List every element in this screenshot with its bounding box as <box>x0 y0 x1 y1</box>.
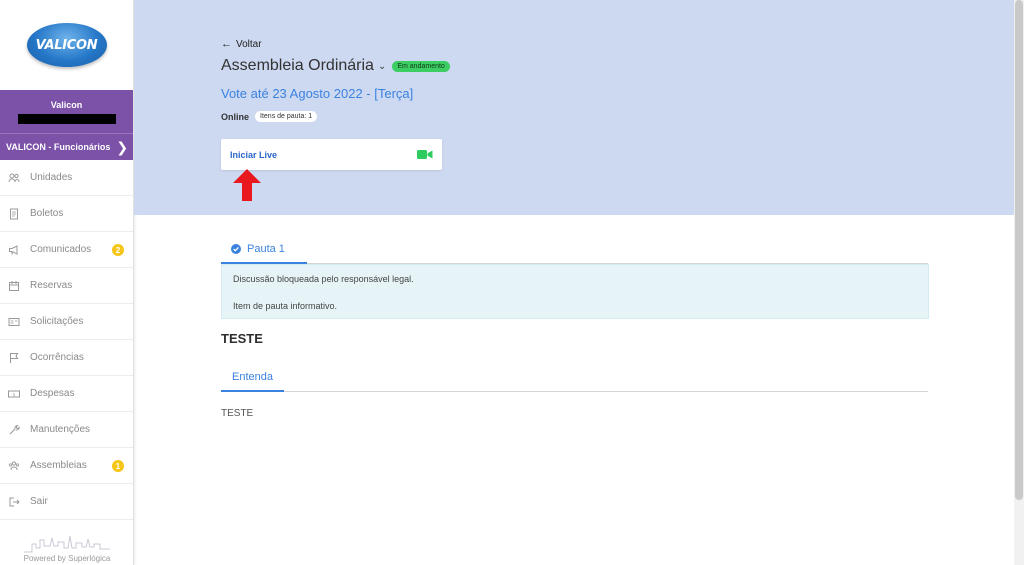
sidebar-item-label: Unidades <box>30 172 73 183</box>
sidebar-item-label: Sair <box>30 496 48 507</box>
megaphone-icon <box>9 244 18 255</box>
tab-entenda[interactable]: Entenda <box>221 363 284 392</box>
sidebar-item-manutencoes[interactable]: Manutenções <box>0 412 133 448</box>
video-camera-icon <box>417 150 433 159</box>
agenda-item-title: TESTE <box>221 331 263 346</box>
wrench-icon <box>9 424 20 434</box>
discussion-locked-notice: Discussão bloqueada pelo responsável leg… <box>233 274 414 284</box>
card-icon <box>8 317 20 326</box>
assembly-mode: Online <box>221 111 250 122</box>
tab-pauta-1[interactable]: Pauta 1 <box>221 236 307 264</box>
status-badge: Em andamento <box>392 60 450 72</box>
sidebar-item-label: Boletos <box>30 208 64 219</box>
condo-name: VALICON - Funcionários <box>6 142 111 152</box>
valicon-logo[interactable]: VALICON <box>26 23 107 67</box>
condo-selector[interactable]: VALICON - Funcionários ❯ <box>0 133 133 160</box>
items-count-pill: Itens de pauta: 1 <box>255 111 318 122</box>
chevron-down-icon[interactable]: ⌄ <box>378 61 386 72</box>
sidebar-item-boletos[interactable]: Boletos <box>0 196 133 232</box>
sidebar-item-unidades[interactable]: Unidades <box>0 160 133 196</box>
sidebar-item-solicitacoes[interactable]: Solicitações <box>0 304 133 340</box>
sidebar-item-reservas[interactable]: Reservas <box>0 268 133 304</box>
logout-icon <box>9 497 20 506</box>
red-up-arrow-annotation <box>233 169 261 201</box>
title-row: Assembleia Ordinária ⌄ Em andamento <box>221 57 450 75</box>
powered-by-text: Powered by Superlógica <box>23 554 111 563</box>
detail-tabs: Entenda <box>221 363 928 392</box>
sidebar-item-ocorrencias[interactable]: Ocorrências <box>0 340 133 376</box>
vote-deadline: Vote até 23 Agosto 2022 - [Terça] <box>221 86 414 101</box>
sidebar-item-label: Comunicados <box>30 244 92 255</box>
back-link[interactable]: ← Voltar <box>221 38 262 50</box>
city-skyline-icon <box>24 535 110 553</box>
group-icon <box>8 460 20 470</box>
sidebar: VALICON Valicon VALICON - Funcionários ❯… <box>0 0 134 565</box>
sidebar-item-assembleias[interactable]: Assembleias 1 <box>0 448 133 484</box>
people-icon <box>8 173 20 182</box>
app-root: VALICON Valicon VALICON - Funcionários ❯… <box>0 0 1024 565</box>
user-name: Valicon <box>50 99 83 110</box>
sidebar-item-label: Despesas <box>30 388 75 399</box>
notification-badge: 2 <box>112 244 124 256</box>
svg-text:$: $ <box>13 391 16 396</box>
meta-row: Online Itens de pauta: 1 <box>221 111 318 122</box>
redacted-user-info <box>17 113 116 124</box>
agenda-info-box: Discussão bloqueada pelo responsável leg… <box>221 264 929 319</box>
assembly-header: ← Voltar Assembleia Ordinária ⌄ Em andam… <box>134 0 1014 215</box>
agenda-item-description: TESTE <box>221 408 254 419</box>
back-label: Voltar <box>236 38 262 50</box>
flag-icon <box>10 352 19 363</box>
start-live-label: Iniciar Live <box>230 149 278 160</box>
arrow-left-icon: ← <box>221 38 232 50</box>
calendar-icon <box>9 280 19 291</box>
agenda-tabs: Pauta 1 <box>221 236 928 264</box>
document-icon <box>10 208 18 219</box>
powered-by: Powered by Superlógica <box>0 521 134 565</box>
notification-badge: 1 <box>112 460 124 472</box>
check-circle-icon <box>231 244 241 254</box>
sidebar-item-sair[interactable]: Sair <box>0 484 133 520</box>
informative-item-notice: Item de pauta informativo. <box>233 301 338 311</box>
sidebar-item-label: Reservas <box>30 280 73 291</box>
sidebar-item-label: Manutenções <box>30 424 91 435</box>
tab-label: Pauta 1 <box>247 243 285 255</box>
page-title: Assembleia Ordinária <box>221 57 374 74</box>
logo-area: VALICON <box>0 0 133 90</box>
money-icon: $ <box>8 390 20 397</box>
sidebar-item-despesas[interactable]: $ Despesas <box>0 376 133 412</box>
sidebar-item-label: Assembleias <box>30 460 87 471</box>
sidebar-item-label: Solicitações <box>30 316 84 327</box>
sidebar-item-label: Ocorrências <box>30 352 84 363</box>
start-live-button[interactable]: Iniciar Live <box>221 139 442 170</box>
logo-text: VALICON <box>35 37 98 53</box>
sidebar-item-comunicados[interactable]: Comunicados 2 <box>0 232 133 268</box>
chevron-right-icon: ❯ <box>116 138 129 155</box>
user-block[interactable]: Valicon <box>0 90 133 133</box>
scrollbar-thumb[interactable] <box>1015 0 1023 500</box>
